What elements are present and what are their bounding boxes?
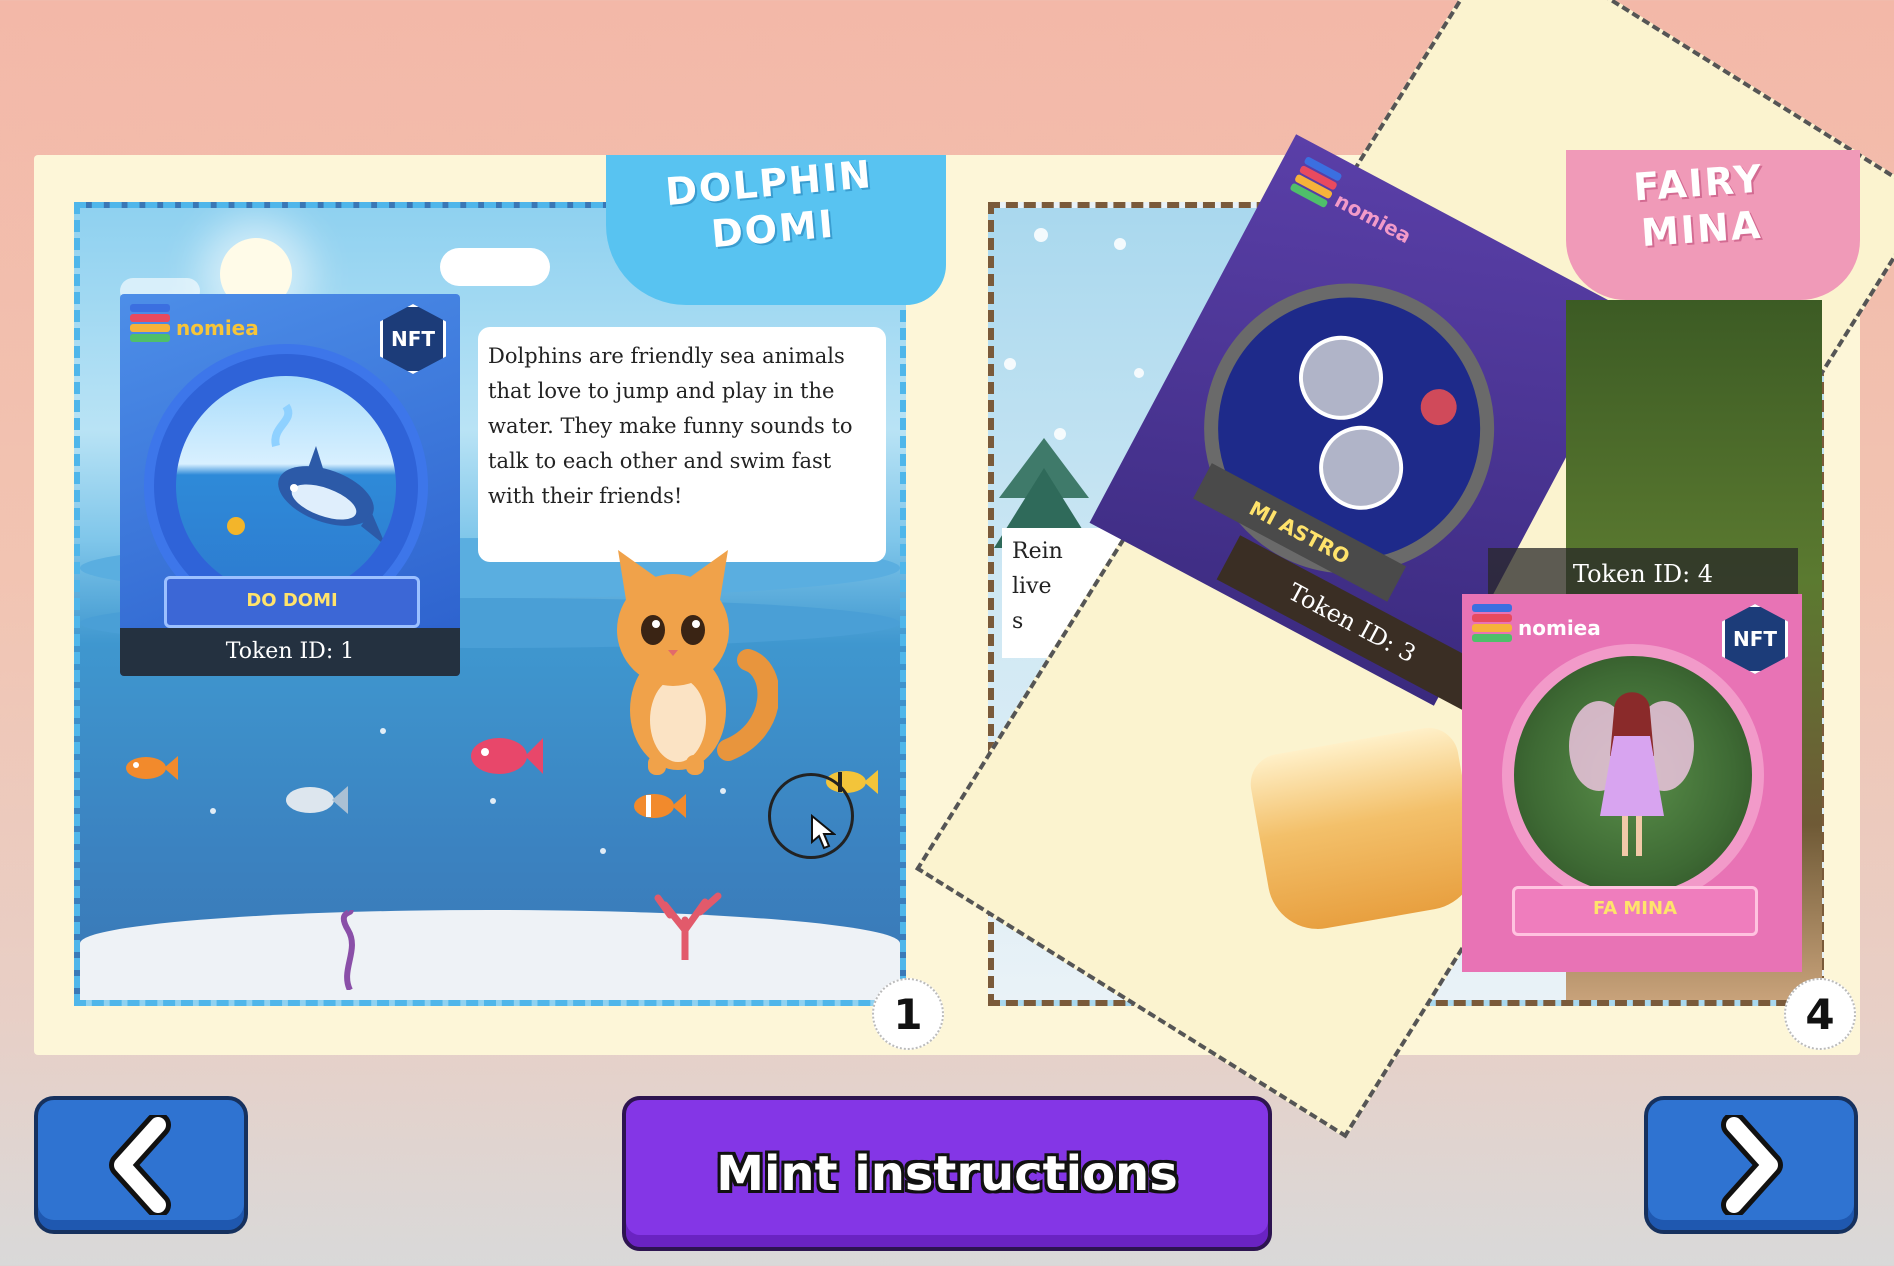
page-number-right: 4 <box>1784 978 1856 1050</box>
chevron-right-icon <box>1721 1115 1783 1215</box>
coral-illustration <box>654 892 722 960</box>
seaweed-illustration <box>340 910 355 990</box>
fish-illustration <box>634 794 686 818</box>
nomiea-logo: nomiea <box>130 304 259 352</box>
nft-badge: NFT <box>380 304 446 374</box>
dolphin-portrait <box>176 376 396 596</box>
nft-card-fa-mina[interactable]: nomiea NFT FA MINA <box>1462 594 1802 972</box>
chevron-left-icon <box>109 1115 171 1215</box>
mint-instructions-button[interactable]: Mint instructions <box>622 1096 1272 1251</box>
fish-illustration <box>471 738 543 774</box>
page-title-right: FAIRY MINA <box>1632 156 1765 256</box>
story-text: Dolphins are friendly sea animals that l… <box>488 344 853 508</box>
character-ribbon: FA MINA <box>1512 886 1758 936</box>
fish-illustration <box>126 756 178 780</box>
previous-page-button[interactable] <box>34 1096 248 1234</box>
fish-illustration <box>286 786 348 814</box>
nomiea-logo: nomiea <box>1472 604 1601 652</box>
story-text-box: Dolphins are friendly sea animals that l… <box>478 327 886 562</box>
fairy-portrait <box>1502 644 1764 906</box>
character-ribbon: DO DOMI <box>164 576 420 628</box>
next-page-button[interactable] <box>1644 1096 1858 1234</box>
mouse-cursor-icon <box>811 814 836 850</box>
token-id-label: Token ID: 4 <box>1488 548 1798 600</box>
token-id-label: Token ID: 1 <box>120 628 460 676</box>
page-number-left: 1 <box>872 978 944 1050</box>
nft-card-do-domi[interactable]: nomiea NFT DO DOMI Token ID: 1 <box>120 294 460 676</box>
seabed-illustration <box>80 910 900 1000</box>
cloud-illustration <box>440 248 550 286</box>
cat-illustration <box>617 550 778 775</box>
